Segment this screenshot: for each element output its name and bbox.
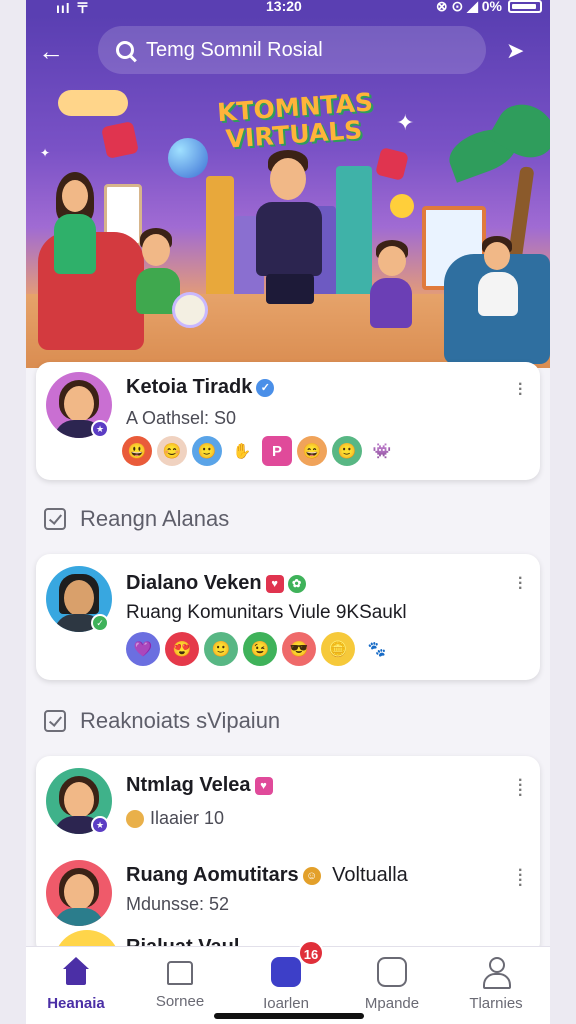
card-name-text: Ruang Aomutitars — [126, 864, 299, 886]
more-options-button[interactable]: · · · — [518, 571, 524, 597]
card-name-text: Ntmlag Velea — [126, 774, 251, 796]
section-title: Reangn Alanas — [80, 506, 230, 531]
reaction-emoji[interactable]: 🙂 — [204, 632, 238, 666]
hero-title: KTOMNTAS VIRTUALS — [216, 87, 374, 153]
send-button[interactable]: ➤ — [506, 38, 532, 64]
status-bar: ııl 〒 13:20 ⊗ ⊙ ◢ 0% — [26, 0, 550, 16]
tab-label: Ioarlen — [263, 995, 309, 1012]
tab-create[interactable]: Ioarlen — [236, 957, 336, 1012]
card-name-text: Dialano Veken — [126, 572, 262, 594]
robot-icon — [172, 292, 208, 328]
card-subtitle: Ruang Komunitars Viule 9KSaukl — [126, 602, 407, 623]
reaction-emoji[interactable]: 😊 — [157, 436, 187, 466]
card-subtitle: A Oathsel: S0 — [126, 408, 237, 428]
section-header[interactable]: Reaknoiats sVipaiun — [44, 708, 280, 734]
search-text: Temg Somnil Rosial — [146, 38, 323, 61]
back-button[interactable]: ← — [38, 36, 68, 66]
hero-banner: ✦ ✦ KTOMNTAS VIRTUALS ← Temg Somnil Rosi… — [26, 16, 550, 368]
reaction-emoji[interactable]: 😃 — [122, 436, 152, 466]
avatar-badge: ✓ — [91, 614, 109, 632]
emoji-icon: ☺ — [302, 866, 321, 885]
tab-search[interactable]: Sornee — [130, 957, 230, 1010]
person-icon — [481, 957, 511, 989]
more-options-button[interactable]: · · · · — [518, 773, 524, 804]
card-name-suffix: Voltualla — [332, 864, 408, 886]
chat-icon — [377, 957, 407, 987]
search-icon — [116, 41, 134, 59]
card-subtitle: Mdunsse: 52 — [126, 894, 230, 914]
sparkle-icon: ✦ — [40, 146, 51, 160]
home-indicator — [214, 1013, 364, 1019]
reaction-emoji[interactable]: 🙂 — [192, 436, 222, 466]
avatar-badge: ★ — [91, 420, 109, 438]
reaction-emoji[interactable]: 🙂 — [332, 436, 362, 466]
community-card[interactable]: ✓ Dialano Veken ♥ ✿ Ruang Komunitars Viule… — [36, 554, 540, 680]
reaction-emoji[interactable]: ✋ — [227, 436, 257, 466]
community-list-card: ★ Ntmlag Velea ♥ Ilaaier 10 · · · · Ruang … — [36, 756, 540, 996]
card-subtitle: Ilaaier 10 — [126, 808, 224, 829]
reaction-row: 💜 😍 🙂 😉 😎 🪙 🐾 — [126, 632, 394, 666]
tab-messages[interactable]: Mpande — [342, 957, 442, 1012]
card-subtitle-text: Ilaaier 10 — [150, 808, 225, 828]
search-bar[interactable]: Temg Somnil Rosial — [98, 26, 486, 74]
tab-label: Sornee — [155, 993, 205, 1010]
tag-icon: ♥ — [265, 574, 284, 593]
planet-icon — [168, 138, 208, 178]
app-tile-icon — [101, 121, 139, 159]
coin-icon — [126, 810, 144, 829]
coin-icon — [390, 194, 414, 218]
reaction-emoji[interactable]: 😉 — [243, 632, 277, 666]
building-icon — [206, 176, 234, 296]
avatar — [46, 860, 112, 926]
reaction-emoji[interactable]: 🐾 — [360, 632, 394, 666]
reaction-emoji[interactable]: 😎 — [282, 632, 316, 666]
reaction-emoji[interactable]: 😍 — [165, 632, 199, 666]
home-icon — [61, 957, 91, 987]
app-tile-icon — [375, 147, 409, 181]
reaction-emoji[interactable]: 🪙 — [321, 632, 355, 666]
battery-icon — [508, 0, 542, 13]
tab-home[interactable]: Heanaia — [26, 957, 126, 1012]
card-title: Dialano Veken ♥ ✿ — [126, 572, 306, 595]
building-icon — [336, 166, 372, 296]
community-card[interactable]: ★ Ketoia Tiradk ✓ A Oathsel: S0 · · · 😃 😊 🙂… — [36, 362, 540, 480]
reaction-emoji[interactable]: 💜 — [126, 632, 160, 666]
card-title: Ruang Aomutitars ☺ Voltualla — [126, 864, 408, 887]
section-header[interactable]: Reangn Alanas — [44, 506, 229, 532]
pen-icon — [271, 957, 301, 987]
status-icons: ⊗ ⊙ ◢ 0% — [436, 0, 542, 15]
checkbox-icon — [44, 508, 66, 530]
card-name-text: Ketoia Tiradk — [126, 376, 253, 398]
status-icons-text: ⊗ ⊙ ◢ 0% — [435, 0, 502, 14]
more-options-button[interactable]: · · · · — [518, 863, 524, 894]
home-outline-icon — [167, 961, 193, 985]
app-frame: ııl 〒 13:20 ⊗ ⊙ ◢ 0% ✦ ✦ KTOMNTAS VIRTUA… — [26, 0, 550, 1024]
status-time: 13:20 — [266, 0, 302, 14]
star-icon: ✦ — [396, 110, 415, 135]
more-options-button[interactable]: · · · — [518, 377, 524, 403]
reaction-row: 😃 😊 🙂 ✋ P 😄 🙂 👾 — [122, 436, 397, 466]
reaction-emoji[interactable]: 👾 — [367, 436, 397, 466]
checkbox-icon — [44, 710, 66, 732]
card-title: Ketoia Tiradk ✓ — [126, 376, 275, 399]
notification-badge: 16 — [298, 940, 324, 966]
send-icon: ➤ — [506, 38, 525, 63]
tab-label: Mpande — [364, 995, 420, 1012]
card-title: Ntmlag Velea ♥ — [126, 774, 273, 797]
tab-profile[interactable]: Tlarnies — [446, 957, 546, 1012]
reaction-emoji[interactable]: P — [262, 436, 292, 466]
verified-icon: ✓ — [256, 378, 275, 397]
arrow-left-icon: ← — [38, 36, 64, 66]
tab-label: Tlarnies — [469, 995, 523, 1012]
section-title: Reaknoiats sVipaiun — [80, 708, 281, 733]
cloud-icon — [58, 90, 128, 116]
reaction-emoji[interactable]: 😄 — [297, 436, 327, 466]
tag-icon: ♥ — [254, 776, 273, 795]
avatar-badge: ★ — [91, 816, 109, 834]
tab-label: Heanaia — [47, 995, 105, 1012]
tag-icon: ✿ — [287, 574, 306, 593]
